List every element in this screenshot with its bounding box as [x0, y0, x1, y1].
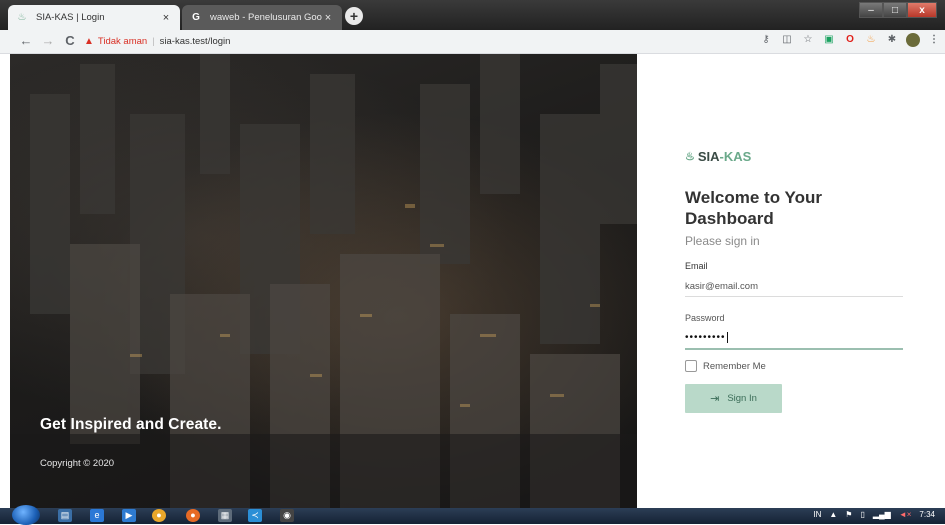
- brand-logo: ♨ SIA - KAS: [685, 149, 751, 164]
- language-indicator[interactable]: IN: [813, 510, 821, 519]
- volume-icon[interactable]: ◄×: [899, 510, 912, 519]
- system-tray: IN ▲ ⚑ ▯ ▂▄▆ ◄× 7:34: [813, 510, 935, 519]
- clock[interactable]: 7:34: [919, 510, 935, 519]
- star-icon[interactable]: ☆: [801, 33, 815, 47]
- extension-icons: ⚷ ◫ ☆ ▣ O ♨ ✱ ⋮: [759, 33, 941, 47]
- translate-icon[interactable]: ◫: [780, 33, 794, 47]
- signal-icon[interactable]: ▂▄▆: [873, 510, 891, 519]
- reload-button[interactable]: C: [62, 33, 78, 49]
- url-text[interactable]: sia-kas.test/login: [160, 36, 231, 47]
- minimize-button[interactable]: –: [859, 2, 883, 18]
- security-label[interactable]: Tidak aman: [98, 36, 147, 47]
- tray-expand-icon[interactable]: ▲: [829, 510, 837, 519]
- flame-icon: ♨: [685, 151, 695, 163]
- address-bar[interactable]: ▲ Tidak aman | sia-kas.test/login: [84, 32, 739, 51]
- close-tab-icon[interactable]: ×: [160, 12, 172, 24]
- remember-checkbox[interactable]: [685, 360, 697, 372]
- brand-name-part1: SIA: [697, 149, 720, 164]
- password-label: Password: [685, 313, 725, 323]
- password-field[interactable]: •••••••••: [685, 332, 728, 343]
- new-tab-button[interactable]: +: [345, 7, 363, 25]
- copyright-text: Copyright © 2020: [40, 458, 115, 469]
- honey-icon[interactable]: ♨: [864, 33, 878, 47]
- window-controls: – □ x: [859, 2, 937, 18]
- firefox-icon[interactable]: ●: [186, 509, 200, 522]
- flame-icon: ♨: [17, 11, 27, 23]
- password-underline: [685, 348, 903, 350]
- page-title: Welcome to Your Dashboard: [685, 188, 822, 228]
- tab-title: SIA-KAS | Login: [36, 12, 105, 23]
- email-label: Email: [685, 261, 708, 271]
- tab-strip: ♨ SIA-KAS | Login × G waweb - Penelusura…: [0, 0, 945, 30]
- tab-title: waweb - Penelusuran Google: [210, 12, 322, 23]
- hero-image: Get Inspired and Create. Copyright © 202…: [10, 54, 637, 508]
- email-underline: [685, 296, 903, 297]
- puzzle-icon[interactable]: ✱: [885, 33, 899, 47]
- taskbar: ▤ e ▶ ● ● ▦ ≺ ◉ IN ▲ ⚑ ▯ ▂▄▆ ◄× 7:34: [0, 505, 945, 525]
- remember-me[interactable]: Remember Me: [685, 360, 766, 372]
- text-caret: [726, 332, 728, 343]
- app-icon[interactable]: ◉: [280, 509, 294, 522]
- cast-icon[interactable]: ▣: [822, 33, 836, 47]
- tab-sia-kas-login[interactable]: ♨ SIA-KAS | Login ×: [8, 5, 180, 30]
- vscode-icon[interactable]: ≺: [248, 509, 262, 522]
- avatar-icon[interactable]: [906, 33, 920, 47]
- back-button[interactable]: ←: [18, 33, 34, 49]
- chrome-icon[interactable]: ●: [152, 509, 166, 522]
- warning-icon[interactable]: ▲: [84, 36, 94, 47]
- google-icon: G: [192, 11, 200, 23]
- key-icon[interactable]: ⚷: [759, 33, 773, 47]
- page-subtitle: Please sign in: [685, 234, 760, 248]
- browser-toolbar: ← → C ▲ Tidak aman | sia-kas.test/login …: [0, 30, 945, 54]
- flag-icon[interactable]: ⚑: [845, 510, 852, 519]
- start-button[interactable]: [12, 505, 40, 525]
- password-value: •••••••••: [685, 332, 726, 344]
- forward-button[interactable]: →: [40, 33, 56, 49]
- sign-in-icon: ⇥: [710, 393, 720, 405]
- hero-tagline: Get Inspired and Create.: [40, 416, 222, 433]
- email-field[interactable]: [685, 277, 903, 295]
- close-tab-icon[interactable]: ×: [322, 12, 334, 24]
- page-viewport: Get Inspired and Create. Copyright © 202…: [10, 54, 945, 508]
- brand-name-part2: KAS: [723, 149, 752, 164]
- battery-icon[interactable]: ▯: [860, 510, 864, 519]
- remember-label: Remember Me: [703, 360, 766, 372]
- menu-icon[interactable]: ⋮: [927, 33, 941, 47]
- media-icon[interactable]: ▶: [122, 509, 136, 522]
- tab-google-search[interactable]: G waweb - Penelusuran Google ×: [182, 5, 342, 30]
- maximize-button[interactable]: □: [883, 2, 907, 18]
- sign-in-button[interactable]: ⇥ Sign In: [685, 384, 782, 413]
- opera-icon[interactable]: O: [843, 33, 857, 47]
- ie-icon[interactable]: e: [90, 509, 104, 522]
- calculator-icon[interactable]: ▦: [218, 509, 232, 522]
- close-window-button[interactable]: x: [907, 2, 937, 18]
- city-skyline-image: [10, 54, 637, 508]
- sign-in-label: Sign In: [727, 393, 757, 404]
- login-panel: ♨ SIA - KAS Welcome to Your Dashboard Pl…: [637, 54, 945, 508]
- folder-icon[interactable]: ▤: [58, 509, 72, 522]
- separator: |: [152, 36, 155, 47]
